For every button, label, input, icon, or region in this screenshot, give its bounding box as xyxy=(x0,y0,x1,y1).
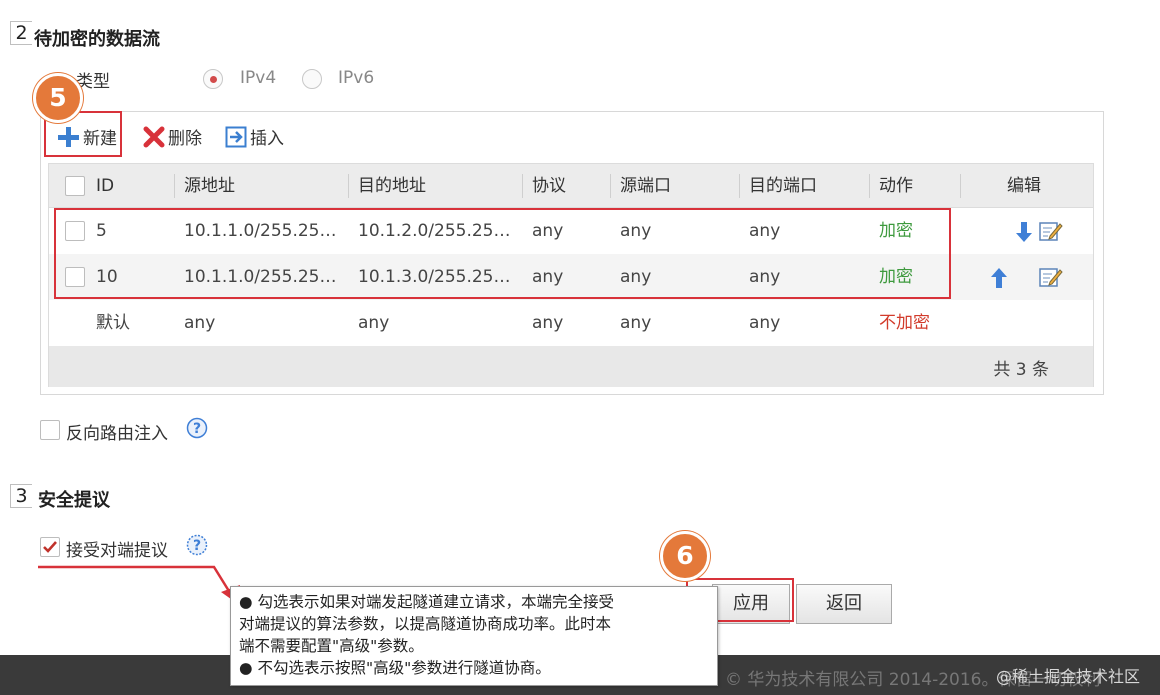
accept-peer-tooltip: ● 勾选表示如果对端发起隧道建立请求，本端完全接受 对端提议的算法参数，以提高隧… xyxy=(230,586,718,686)
highlight-rows xyxy=(54,208,951,299)
svg-text:?: ? xyxy=(193,421,201,437)
section-title-data-flow: 待加密的数据流 xyxy=(34,29,160,50)
radio-ipv4-label: IPv4 xyxy=(240,68,277,88)
header-edit: 编辑 xyxy=(1007,176,1041,196)
table-row-default: 默认 any any any any any 不加密 xyxy=(49,300,1093,346)
cell-proto: any xyxy=(532,313,564,333)
reverse-route-checkbox[interactable] xyxy=(40,420,60,440)
edit-icon[interactable] xyxy=(1039,220,1063,242)
tooltip-line: 对端提议的算法参数，以提高隧道协商成功率。此时本 xyxy=(239,615,612,633)
checkmark-icon xyxy=(43,541,57,553)
header-src-port: 源端口 xyxy=(620,176,671,196)
header-action: 动作 xyxy=(879,176,913,196)
insert-button-label: 插入 xyxy=(250,129,284,149)
svg-text:?: ? xyxy=(193,538,201,554)
header-dst-port: 目的端口 xyxy=(749,176,817,196)
watermark: @稀土掘金技术社区 xyxy=(995,667,1140,686)
accept-peer-label: 接受对端提议 xyxy=(66,541,168,561)
header-dst-addr: 目的地址 xyxy=(358,176,426,196)
tooltip-line: ● 不勾选表示按照"高级"参数进行隧道协商。 xyxy=(239,659,551,677)
radio-ipv6-label: IPv6 xyxy=(338,68,375,88)
step-badge-6: 6 xyxy=(660,531,710,581)
step-badge-5: 5 xyxy=(33,73,83,123)
edit-icon[interactable] xyxy=(1039,266,1063,288)
section-number-3: 3 xyxy=(10,484,32,508)
table-footer: 共 3 条 xyxy=(49,346,1093,387)
help-icon[interactable]: ? xyxy=(186,533,208,557)
help-icon[interactable]: ? xyxy=(186,417,208,439)
back-button[interactable]: 返回 xyxy=(796,584,892,624)
red-arrow-icon xyxy=(38,565,240,604)
reverse-route-label: 反向路由注入 xyxy=(66,424,168,444)
tooltip-line: 端不需要配置"高级"参数。 xyxy=(239,637,424,655)
header-src-addr: 源地址 xyxy=(184,176,235,196)
cell-id: 默认 xyxy=(96,313,130,333)
radio-ipv6[interactable] xyxy=(302,69,322,89)
move-down-icon[interactable] xyxy=(1015,220,1033,244)
cell-dport: any xyxy=(749,313,781,333)
cell-src: any xyxy=(184,313,216,333)
cell-dst: any xyxy=(358,313,390,333)
section-title-security-proposal: 安全提议 xyxy=(38,490,110,511)
record-count: 共 3 条 xyxy=(993,360,1049,380)
delete-button[interactable]: 删除 xyxy=(143,124,202,149)
accept-peer-checkbox[interactable] xyxy=(40,537,60,557)
cell-sport: any xyxy=(620,313,652,333)
insert-icon xyxy=(225,126,247,147)
table-header: ID 源地址 目的地址 协议 源端口 目的端口 动作 编辑 xyxy=(49,164,1093,208)
select-all-checkbox[interactable] xyxy=(65,176,85,196)
radio-ipv4[interactable] xyxy=(203,69,223,89)
header-id: ID xyxy=(96,176,115,196)
tooltip-line: ● 勾选表示如果对端发起隧道建立请求，本端完全接受 xyxy=(239,593,614,611)
delete-button-label: 删除 xyxy=(168,129,202,149)
header-protocol: 协议 xyxy=(532,176,566,196)
delete-x-icon xyxy=(143,126,165,147)
move-up-icon[interactable] xyxy=(990,266,1008,290)
insert-button[interactable]: 插入 xyxy=(225,124,284,149)
cell-action: 不加密 xyxy=(879,313,930,333)
section-number-2: 2 xyxy=(10,21,32,45)
